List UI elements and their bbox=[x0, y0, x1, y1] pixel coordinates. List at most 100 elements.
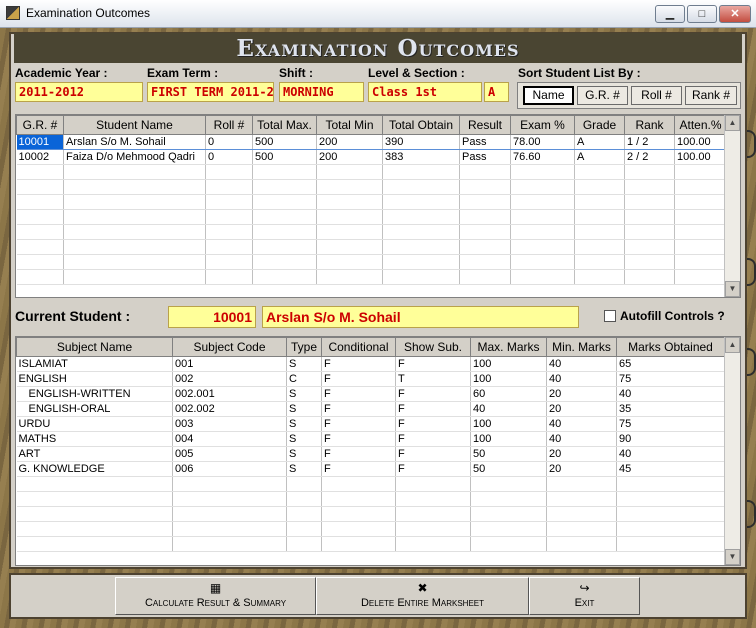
col-header-conditional[interactable]: Conditional bbox=[321, 337, 396, 357]
subjects-grid[interactable]: Subject Name Subject Code Type Condition… bbox=[15, 336, 741, 566]
col-header-rank[interactable]: Rank bbox=[624, 115, 675, 135]
cell-min-marks: 40 bbox=[546, 371, 617, 387]
cell-show-sub: F bbox=[395, 431, 471, 447]
cell-marks-obtained[interactable]: 75 bbox=[616, 371, 725, 387]
col-header-total-min[interactable]: Total Min bbox=[316, 115, 383, 135]
current-student-gr-field[interactable]: 10001 bbox=[168, 306, 256, 328]
scroll-down-arrow-icon[interactable]: ▼ bbox=[725, 549, 740, 565]
subject-row[interactable]: ART 005 S F F 50 20 40 bbox=[16, 446, 725, 462]
cell-grade: A bbox=[574, 149, 625, 165]
exit-label: Exit bbox=[574, 597, 595, 609]
cell-marks-obtained[interactable]: 40 bbox=[616, 386, 725, 402]
subject-row[interactable]: ENGLISH 002 C F T 100 40 75 bbox=[16, 371, 725, 387]
col-header-max-marks[interactable]: Max. Marks bbox=[470, 337, 547, 357]
cell-marks-obtained[interactable]: 45 bbox=[616, 461, 725, 477]
cell-show-sub: F bbox=[395, 416, 471, 432]
sort-by-rank-button[interactable]: Rank # bbox=[685, 86, 737, 105]
col-header-result[interactable]: Result bbox=[459, 115, 511, 135]
exit-button[interactable]: ↪ Exit bbox=[529, 577, 640, 615]
cell-conditional: F bbox=[321, 401, 396, 417]
scroll-up-arrow-icon[interactable]: ▲ bbox=[725, 337, 740, 353]
frame-hook bbox=[747, 500, 756, 528]
subject-row[interactable]: ISLAMIAT 001 S F F 100 40 65 bbox=[16, 356, 725, 372]
current-student-name-field[interactable]: Arslan S/o M. Sohail bbox=[262, 306, 579, 328]
sort-by-name-button[interactable]: Name bbox=[523, 86, 574, 105]
exam-term-label: Exam Term : bbox=[147, 66, 219, 80]
empty-row bbox=[16, 179, 727, 195]
cell-marks-obtained[interactable]: 35 bbox=[616, 401, 725, 417]
cell-min-marks: 20 bbox=[546, 446, 617, 462]
col-header-show-sub[interactable]: Show Sub. bbox=[395, 337, 471, 357]
col-header-subject-name[interactable]: Subject Name bbox=[16, 337, 173, 357]
empty-row bbox=[16, 224, 727, 240]
subjects-scrollbar[interactable]: ▲ ▼ bbox=[724, 337, 740, 565]
cell-show-sub: F bbox=[395, 461, 471, 477]
subject-row[interactable]: G. KNOWLEDGE 006 S F F 50 20 45 bbox=[16, 461, 725, 477]
col-header-marks-obtained[interactable]: Marks Obtained bbox=[616, 337, 725, 357]
section-field[interactable]: A bbox=[484, 82, 509, 102]
sort-by-roll-button[interactable]: Roll # bbox=[631, 86, 682, 105]
student-row[interactable]: 10002 Faiza D/o Mehmood Qadri 0 500 200 … bbox=[16, 149, 727, 165]
cell-gr: 10001 bbox=[16, 134, 64, 150]
cell-marks-obtained[interactable]: 90 bbox=[616, 431, 725, 447]
students-grid[interactable]: G.R. # Student Name Roll # Total Max. To… bbox=[15, 114, 741, 298]
col-header-min-marks[interactable]: Min. Marks bbox=[546, 337, 617, 357]
col-header-type[interactable]: Type bbox=[286, 337, 322, 357]
sort-by-gr-button[interactable]: G.R. # bbox=[577, 86, 628, 105]
frame-hook bbox=[747, 130, 756, 158]
cell-min-marks: 20 bbox=[546, 386, 617, 402]
cell-type: S bbox=[286, 356, 322, 372]
cell-subject-code: 002.002 bbox=[172, 401, 287, 417]
window-titlebar: Examination Outcomes ▁ □ ✕ bbox=[0, 0, 756, 28]
cell-subject-code: 002.001 bbox=[172, 386, 287, 402]
cell-result: Pass bbox=[459, 149, 511, 165]
subject-row[interactable]: MATHS 004 S F F 100 40 90 bbox=[16, 431, 725, 447]
cell-min-marks: 40 bbox=[546, 416, 617, 432]
calculate-result-button[interactable]: ▦ Calculate Result & Summary bbox=[115, 577, 316, 615]
subject-row[interactable]: ENGLISH-ORAL 002.002 S F F 40 20 35 bbox=[16, 401, 725, 417]
cell-type: S bbox=[286, 446, 322, 462]
col-header-gr[interactable]: G.R. # bbox=[16, 115, 64, 135]
exam-term-field[interactable]: FIRST TERM 2011-2( bbox=[147, 82, 274, 102]
student-row[interactable]: 10001 Arslan S/o M. Sohail 0 500 200 390… bbox=[16, 134, 727, 150]
close-button[interactable]: ✕ bbox=[719, 5, 751, 23]
minimize-button[interactable]: ▁ bbox=[655, 5, 685, 23]
cell-show-sub: F bbox=[395, 401, 471, 417]
scroll-down-arrow-icon[interactable]: ▼ bbox=[725, 281, 740, 297]
students-scrollbar[interactable]: ▲ ▼ bbox=[724, 115, 740, 297]
empty-row bbox=[16, 164, 727, 180]
cell-subject-name: URDU bbox=[16, 416, 173, 432]
subject-row[interactable]: ENGLISH-WRITTEN 002.001 S F F 60 20 40 bbox=[16, 386, 725, 402]
col-header-grade[interactable]: Grade bbox=[574, 115, 625, 135]
scroll-up-arrow-icon[interactable]: ▲ bbox=[725, 115, 740, 131]
col-header-total-max[interactable]: Total Max. bbox=[252, 115, 317, 135]
subject-row[interactable]: URDU 003 S F F 100 40 75 bbox=[16, 416, 725, 432]
col-header-attendance[interactable]: Atten.% bbox=[674, 115, 727, 135]
autofill-controls-checkbox[interactable]: Autofill Controls ? bbox=[604, 309, 725, 323]
level-field[interactable]: Class 1st bbox=[368, 82, 482, 102]
shift-field[interactable]: MORNING bbox=[279, 82, 364, 102]
cell-subject-code: 006 bbox=[172, 461, 287, 477]
maximize-button[interactable]: □ bbox=[687, 5, 717, 23]
cell-type: S bbox=[286, 386, 322, 402]
cell-marks-obtained[interactable]: 75 bbox=[616, 416, 725, 432]
cell-type: S bbox=[286, 416, 322, 432]
delete-marksheet-button[interactable]: ✖ Delete Entire Marksheet bbox=[316, 577, 529, 615]
cell-min-marks: 40 bbox=[546, 356, 617, 372]
cell-total-max: 500 bbox=[252, 134, 317, 150]
cell-max-marks: 50 bbox=[470, 461, 547, 477]
cell-max-marks: 100 bbox=[470, 416, 547, 432]
cell-marks-obtained[interactable]: 65 bbox=[616, 356, 725, 372]
cell-subject-code: 002 bbox=[172, 371, 287, 387]
cell-min-marks: 40 bbox=[546, 431, 617, 447]
col-header-student-name[interactable]: Student Name bbox=[63, 115, 206, 135]
col-header-exam-percent[interactable]: Exam % bbox=[510, 115, 575, 135]
checkbox-icon[interactable] bbox=[604, 310, 616, 322]
cell-marks-obtained[interactable]: 40 bbox=[616, 446, 725, 462]
col-header-roll[interactable]: Roll # bbox=[205, 115, 253, 135]
col-header-total-obtain[interactable]: Total Obtain bbox=[382, 115, 460, 135]
col-header-subject-code[interactable]: Subject Code bbox=[172, 337, 287, 357]
cell-show-sub: F bbox=[395, 356, 471, 372]
academic-year-field[interactable]: 2011-2012 bbox=[15, 82, 143, 102]
subjects-header-row: Subject Name Subject Code Type Condition… bbox=[16, 337, 725, 357]
